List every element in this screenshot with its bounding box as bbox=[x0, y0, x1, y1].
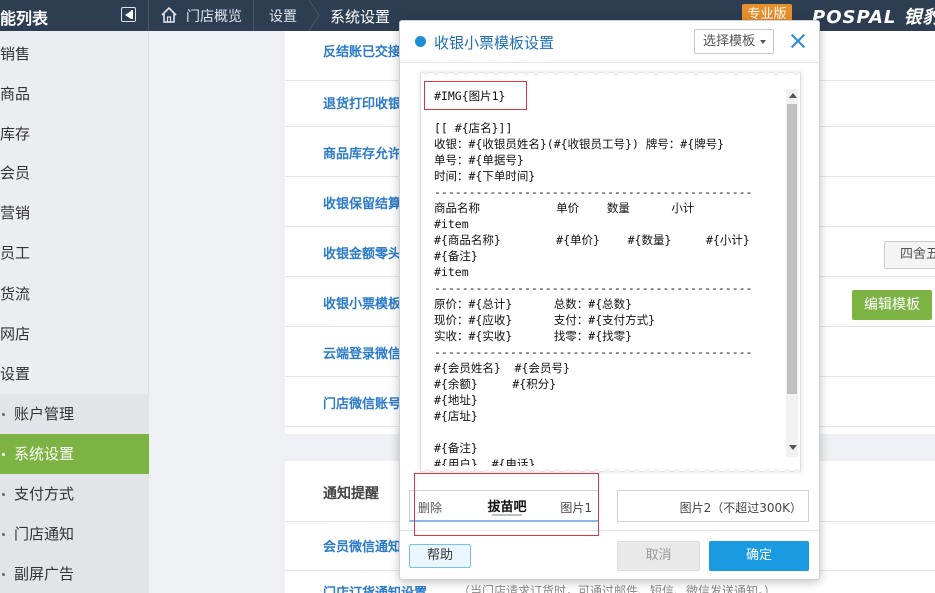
topbar-divider bbox=[148, 0, 149, 31]
setting-label: 云端登录微信 bbox=[323, 347, 402, 362]
setting-label: 门店订货通知设置 bbox=[323, 582, 427, 593]
receipt-line: 收银：#{收银员姓名}(#{收银员工号}) 牌号：#{牌号} bbox=[434, 137, 725, 151]
sidebar-sub-label: 系统设置 bbox=[14, 445, 75, 463]
bullet-icon bbox=[2, 533, 5, 536]
template-select[interactable]: 选择模板 bbox=[694, 29, 774, 54]
receipt-line: ----------------------------------------… bbox=[434, 281, 753, 295]
breadcrumb-store-overview[interactable]: 门店概览 bbox=[186, 6, 242, 26]
app-title: 能列表 bbox=[0, 9, 49, 28]
receipt-line: [[ #{店名}]] bbox=[434, 121, 513, 135]
receipt-line: #item bbox=[434, 217, 469, 231]
bullet-icon bbox=[2, 413, 5, 416]
receipt-line: #{地址} bbox=[434, 393, 478, 407]
setting-label: 商品库存允许 bbox=[323, 147, 402, 162]
image2-slot[interactable]: 图片2（不超过300K） bbox=[617, 490, 809, 522]
collapse-sidebar-icon[interactable] bbox=[121, 7, 136, 22]
sidebar-item-sales[interactable]: 销售 bbox=[0, 34, 149, 74]
sidebar-sub-account[interactable]: 账户管理 bbox=[0, 394, 149, 434]
edit-template-button[interactable]: 编辑模板 bbox=[852, 290, 932, 320]
section-title: 通知提醒 bbox=[323, 486, 379, 502]
close-icon[interactable] bbox=[790, 33, 806, 49]
receipt-line: #{用户} #{电话} bbox=[434, 457, 536, 466]
home-icon[interactable] bbox=[160, 6, 178, 24]
sidebar: 销售 商品 库存 会员 营销 员工 货流 网店 设置 账户管理 系统设置 支付方… bbox=[0, 31, 149, 593]
sidebar-sub-store-notice[interactable]: 门店通知 bbox=[0, 514, 149, 554]
sidebar-sub-system-settings[interactable]: 系统设置 bbox=[0, 434, 149, 474]
receipt-line: #{会员姓名} #{会员号} bbox=[434, 361, 570, 375]
scrollbar-thumb[interactable] bbox=[787, 104, 797, 394]
paper-edge-top bbox=[421, 72, 802, 78]
breadcrumb-chevron-icon bbox=[308, 0, 320, 31]
sidebar-item-inventory[interactable]: 库存 bbox=[0, 114, 149, 154]
setting-label: 收银保留结算 bbox=[323, 197, 402, 212]
receipt-line: 商品名称 单价 数量 小计 bbox=[434, 201, 695, 215]
caret-down-icon bbox=[760, 40, 766, 44]
receipt-line: ----------------------------------------… bbox=[434, 185, 753, 199]
dialog-title: 收银小票模板设置 bbox=[434, 34, 555, 52]
receipt-line: 时间：#{下单时间} bbox=[434, 169, 536, 183]
rounding-select[interactable]: 四舍五 bbox=[884, 241, 935, 269]
sidebar-sub-label: 门店通知 bbox=[14, 525, 75, 543]
confirm-button[interactable]: 确定 bbox=[709, 541, 809, 571]
sidebar-sub-label: 支付方式 bbox=[14, 485, 75, 503]
sidebar-sub-label: 副屏广告 bbox=[14, 565, 75, 583]
cancel-button[interactable]: 取消 bbox=[617, 541, 700, 571]
image2-label: 图片2（不超过300K） bbox=[679, 501, 802, 515]
setting-label: 收银金额零头 bbox=[323, 247, 402, 262]
scroll-up-arrow-icon[interactable] bbox=[789, 93, 797, 98]
sidebar-item-products[interactable]: 商品 bbox=[0, 74, 149, 114]
sidebar-sub-payment[interactable]: 支付方式 bbox=[0, 474, 149, 514]
receipt-line: #item bbox=[434, 265, 469, 279]
notify-hint: （当门店请求订货时，可通过邮件、短信、微信发送通知。） bbox=[458, 584, 777, 593]
setting-label: 收银小票模板 bbox=[323, 297, 402, 312]
dialog-header: 收银小票模板设置 选择模板 bbox=[400, 21, 819, 63]
receipt-template-text[interactable]: #IMG{图片1} [[ #{店名}]] 收银：#{收银员姓名}(#{收银员工号}… bbox=[434, 88, 779, 466]
receipt-line: 实收：#{实收} 找零：#{找零} bbox=[434, 329, 633, 343]
setting-label: 退货打印收银 bbox=[323, 97, 402, 112]
sidebar-item-logistics[interactable]: 货流 bbox=[0, 274, 149, 314]
sidebar-item-marketing[interactable]: 营销 bbox=[0, 193, 149, 233]
receipt-line: ----------------------------------------… bbox=[434, 345, 753, 359]
receipt-line: #{余额} #{积分} bbox=[434, 377, 557, 391]
receipt-line bbox=[434, 424, 779, 440]
title-dot-icon bbox=[415, 36, 426, 47]
bullet-icon bbox=[2, 453, 5, 456]
bullet-icon bbox=[2, 493, 5, 496]
receipt-line: 单号：#{单据号} bbox=[434, 153, 524, 167]
topbar-divider bbox=[253, 0, 254, 31]
paper-edge-bottom bbox=[421, 466, 802, 472]
sidebar-item-webstore[interactable]: 网店 bbox=[0, 314, 149, 354]
breadcrumb-system-settings: 系统设置 bbox=[330, 8, 391, 26]
setting-label: 反结账已交接 bbox=[323, 45, 402, 60]
receipt-line: #{备注} bbox=[434, 441, 478, 455]
receipt-line: #{店址} bbox=[434, 409, 478, 423]
help-button[interactable]: 帮助 bbox=[409, 544, 471, 568]
sidebar-item-staff[interactable]: 员工 bbox=[0, 233, 149, 273]
setting-label: 会员微信通知 bbox=[323, 540, 402, 555]
bullet-icon bbox=[2, 573, 5, 576]
highlight-box-image-tag bbox=[424, 81, 527, 110]
breadcrumb-settings[interactable]: 设置 bbox=[269, 6, 297, 26]
receipt-line: #{商品名称} #{单价} #{数量} #{小计} bbox=[434, 233, 750, 247]
sidebar-sub-label: 账户管理 bbox=[14, 405, 75, 423]
sidebar-sub-screen-ads[interactable]: 副屏广告 bbox=[0, 554, 149, 593]
scroll-down-arrow-icon[interactable] bbox=[789, 445, 797, 450]
brand-logo: POSPAL 银豹 bbox=[812, 7, 935, 28]
setting-label: 门店微信账号 bbox=[323, 397, 402, 412]
receipt-line: #{备注} bbox=[434, 249, 478, 263]
receipt-line: 现价：#{应收} 支付：#{支付方式} bbox=[434, 313, 656, 327]
receipt-preview[interactable]: #IMG{图片1} [[ #{店名}]] 收银：#{收银员姓名}(#{收银员工号}… bbox=[420, 72, 802, 472]
receipt-line: 原价：#{总计} 总数：#{总数} bbox=[434, 297, 633, 311]
sidebar-item-settings[interactable]: 设置 bbox=[0, 354, 149, 394]
highlight-box-image1 bbox=[414, 473, 599, 536]
sidebar-item-members[interactable]: 会员 bbox=[0, 153, 149, 193]
template-select-value: 选择模板 bbox=[703, 34, 756, 49]
